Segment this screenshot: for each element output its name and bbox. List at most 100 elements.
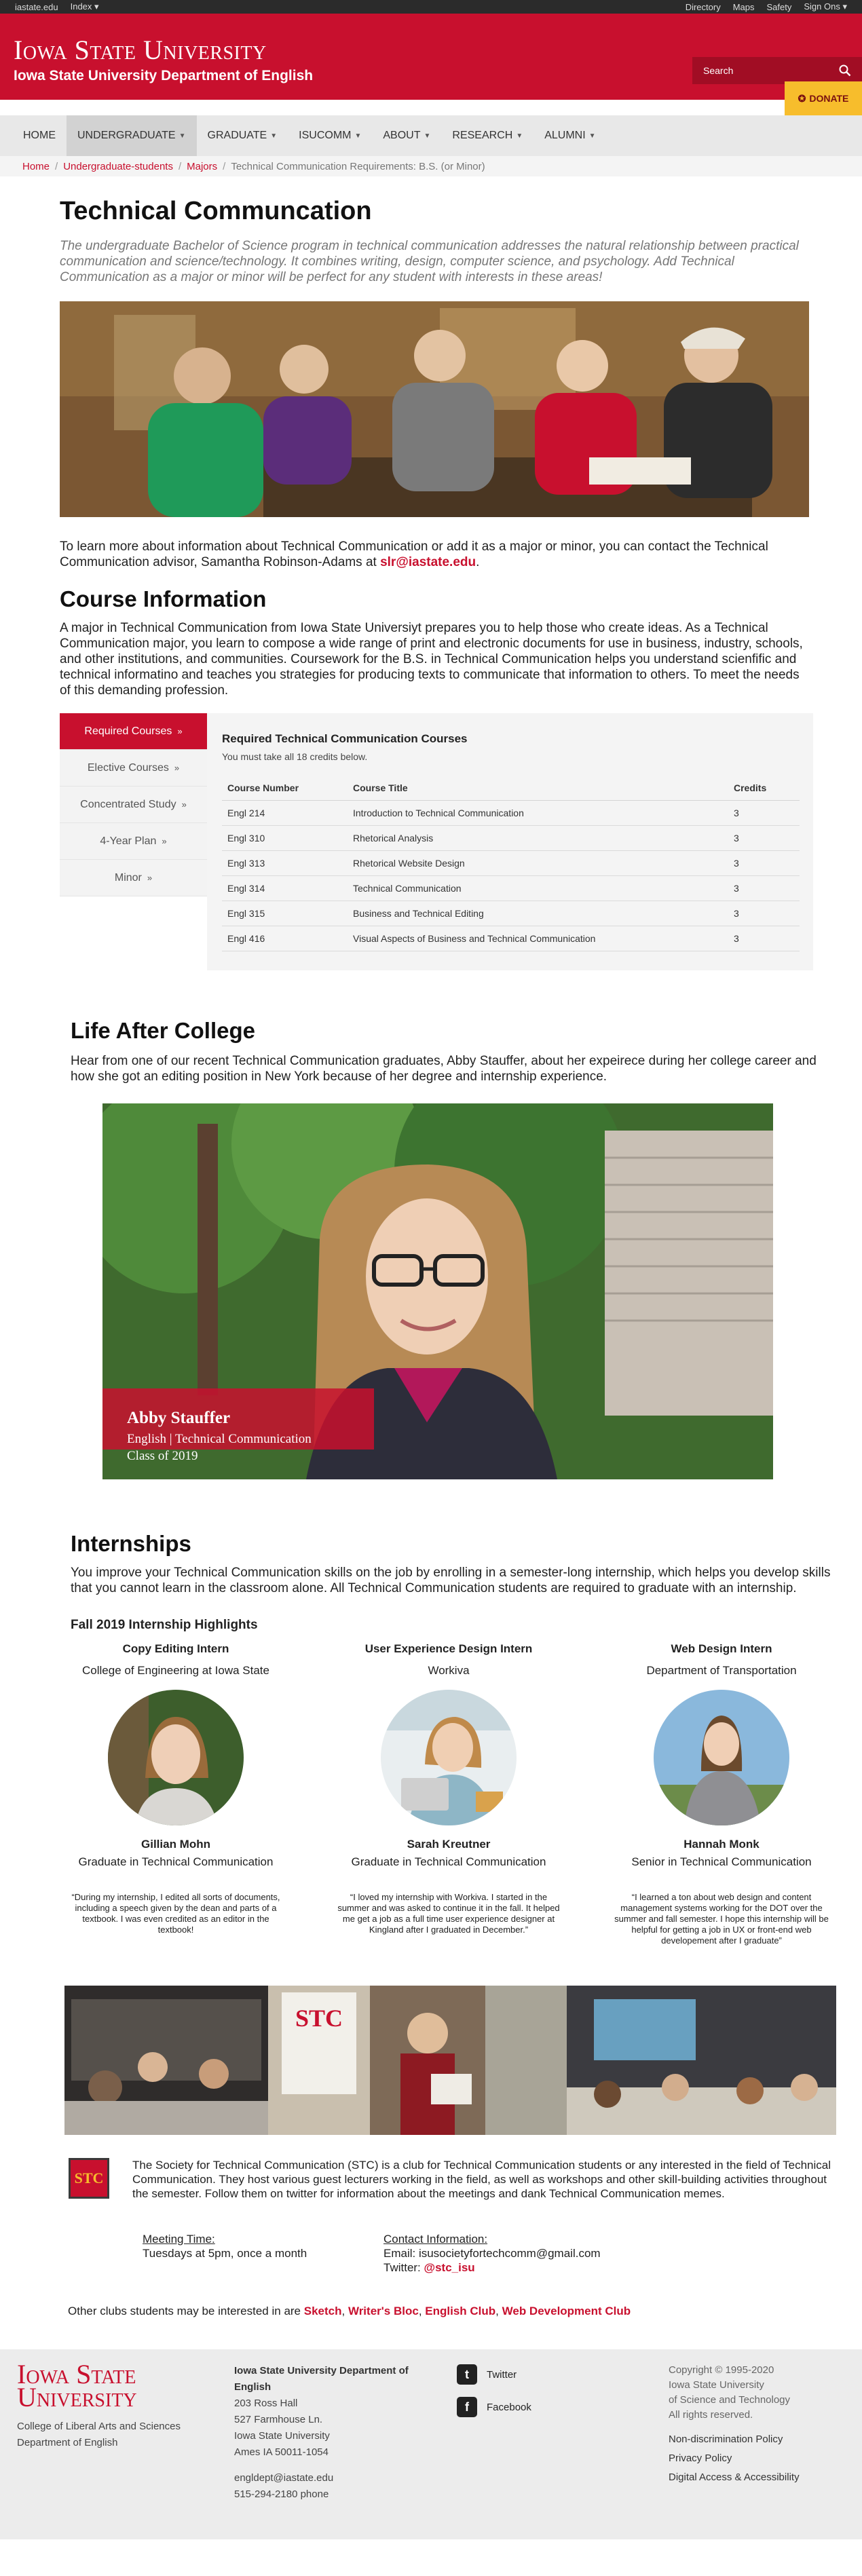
- tab-concentrated-study[interactable]: Concentrated Study »: [60, 787, 207, 823]
- nav-isucomm[interactable]: ISUCOMM ▼: [288, 115, 372, 156]
- graduate-video[interactable]: Abby Stauffer English | Technical Commun…: [102, 1103, 773, 1479]
- twitter-handle-link[interactable]: @stc_isu: [424, 2261, 475, 2274]
- privacy-link[interactable]: Privacy Policy: [669, 2451, 800, 2466]
- intern-photo: [654, 1690, 789, 1825]
- stc-description: The Society for Technical Communication …: [132, 2159, 831, 2200]
- intern-photo-graphic: [381, 1690, 517, 1825]
- nav-undergraduate[interactable]: UNDERGRADUATE ▼: [67, 115, 197, 156]
- club-link-english-club[interactable]: English Club: [425, 2305, 495, 2317]
- donate-label: DONATE: [809, 93, 849, 104]
- stc-photo-collage: STC: [64, 1986, 836, 2135]
- course-number: Engl 214: [222, 800, 348, 826]
- table-row: Engl 310 Rhetorical Analysis 3: [222, 825, 800, 851]
- highlights-heading: Fall 2019 Internship Highlights: [71, 1618, 258, 1632]
- tab-label: Elective Courses: [87, 761, 169, 774]
- nav-alumni[interactable]: ALUMNI ▼: [533, 115, 606, 156]
- isu-wordmark[interactable]: Iowa State University: [14, 34, 267, 66]
- address-line: Ames IA 50011-1054: [234, 2446, 329, 2458]
- intern-quote: “I learned a ton about web design and co…: [614, 1892, 829, 1946]
- breadcrumb-undergraduate[interactable]: Undergraduate-students: [63, 161, 173, 172]
- contact-twitter: Twitter: @stc_isu: [383, 2260, 601, 2275]
- stc-section: STC The Society for Technical Communicat…: [69, 2158, 836, 2201]
- dept-link[interactable]: Department of English: [17, 2435, 181, 2451]
- tab-elective-courses[interactable]: Elective Courses »: [60, 750, 207, 787]
- contact-email: Email: isusocietyfortechcomm@gmail.com: [383, 2247, 601, 2260]
- internships-body: You improve your Technical Communication…: [71, 1566, 831, 1595]
- accessibility-link[interactable]: Digital Access & Accessibility: [669, 2470, 800, 2485]
- column-header: Credits: [728, 776, 800, 801]
- breadcrumb-home[interactable]: Home: [22, 161, 50, 172]
- life-body: Hear from one of our recent Technical Co…: [71, 1054, 817, 1084]
- nav-about[interactable]: ABOUT ▼: [372, 115, 441, 156]
- course-credits: 3: [728, 875, 800, 901]
- nav-undergraduate-label: UNDERGRADUATE: [77, 130, 176, 141]
- twitter-label: Twitter: [487, 2368, 517, 2381]
- intro-section: Technical Communcation The undergraduate…: [60, 197, 813, 970]
- contact-info: Contact Information: Email: isusocietyfo…: [383, 2232, 601, 2275]
- double-chevron-right-icon: »: [181, 799, 187, 810]
- intern-photo-graphic: [654, 1690, 789, 1825]
- breadcrumb-separator: /: [178, 160, 182, 172]
- nav-research[interactable]: RESEARCH ▼: [441, 115, 533, 156]
- twitter-link[interactable]: t Twitter: [457, 2364, 531, 2385]
- utility-bar: iastate.edu Index ▾ Directory Maps Safet…: [0, 0, 862, 14]
- nav-alumni-label: ALUMNI: [544, 130, 586, 141]
- department-title[interactable]: Iowa State University Department of Engl…: [14, 68, 313, 84]
- safety-link[interactable]: Safety: [767, 2, 792, 12]
- address-line: Iowa State University: [234, 2430, 330, 2442]
- advisor-text-end: .: [476, 555, 480, 569]
- intern-role: Copy Editing Intern: [122, 1642, 229, 1655]
- club-link-sketch[interactable]: Sketch: [304, 2305, 342, 2317]
- nav-research-label: RESEARCH: [452, 130, 513, 141]
- course-number: Engl 315: [222, 901, 348, 926]
- iastate-link[interactable]: iastate.edu: [15, 2, 58, 12]
- facebook-link[interactable]: f Facebook: [457, 2397, 531, 2417]
- course-credits: 3: [728, 901, 800, 926]
- footer-phone: 515-294-2180 phone: [234, 2488, 329, 2500]
- course-title: Business and Technical Editing: [348, 901, 728, 926]
- maps-link[interactable]: Maps: [733, 2, 755, 12]
- sign-ons-link[interactable]: Sign Ons ▾: [804, 1, 847, 12]
- college-link[interactable]: College of Liberal Arts and Sciences: [17, 2419, 181, 2435]
- internships-heading: Internships: [71, 1531, 191, 1556]
- footer-wordmark[interactable]: Iowa State University: [17, 2361, 137, 2411]
- footer-email-link[interactable]: engldept@iastate.edu: [234, 2470, 409, 2486]
- chevron-down-icon: ▼: [354, 132, 362, 140]
- course-credits: 3: [728, 825, 800, 851]
- copyright-line: of Science and Technology: [669, 2394, 791, 2406]
- tab-4-year-plan[interactable]: 4-Year Plan »: [60, 823, 207, 860]
- double-chevron-right-icon: »: [177, 726, 183, 736]
- club-link-web-development[interactable]: Web Development Club: [502, 2305, 631, 2317]
- search-placeholder: Search: [703, 65, 734, 76]
- intern-org: Workiva: [428, 1664, 470, 1677]
- nav-home[interactable]: HOME: [12, 115, 67, 156]
- nondiscrimination-link[interactable]: Non-discrimination Policy: [669, 2432, 800, 2447]
- tab-required-courses[interactable]: Required Courses »: [60, 713, 207, 750]
- twitter-icon: t: [457, 2364, 477, 2385]
- course-title: Visual Aspects of Business and Technical…: [348, 926, 728, 951]
- main-nav: HOME UNDERGRADUATE ▼ GRADUATE ▼ ISUCOMM ▼ A…: [0, 115, 862, 156]
- index-link[interactable]: Index ▾: [71, 1, 99, 12]
- contact-label: Contact Information:: [383, 2233, 488, 2246]
- table-row: Engl 416 Visual Aspects of Business and T…: [222, 926, 800, 951]
- tab-minor[interactable]: Minor »: [60, 860, 207, 896]
- advisor-email-link[interactable]: slr@iastate.edu: [380, 555, 476, 569]
- search-icon[interactable]: [839, 64, 851, 77]
- nav-graduate[interactable]: GRADUATE ▼: [197, 115, 288, 156]
- donate-button[interactable]: ✪ DONATE: [785, 81, 862, 115]
- gift-icon: ✪: [798, 92, 806, 104]
- breadcrumb-majors[interactable]: Majors: [187, 161, 217, 172]
- copyright-line: All rights reserved.: [669, 2409, 753, 2421]
- course-info-heading: Course Information: [60, 586, 267, 611]
- club-link-writers-bloc[interactable]: Writer's Bloc: [348, 2305, 419, 2317]
- column-header: Course Number: [222, 776, 348, 801]
- double-chevron-right-icon: »: [174, 763, 180, 773]
- clubs-intro: Other clubs students may be interested i…: [68, 2305, 304, 2317]
- course-title: Rhetorical Analysis: [348, 825, 728, 851]
- intro-lead: The undergraduate Bachelor of Science pr…: [60, 239, 799, 284]
- footer-college: College of Liberal Arts and Sciences Dep…: [17, 2419, 181, 2451]
- courses-table: Course Number Course Title Credits Engl …: [222, 776, 800, 951]
- directory-link[interactable]: Directory: [686, 2, 721, 12]
- search-input[interactable]: Search: [692, 57, 862, 84]
- intern-role: Web Design Intern: [671, 1642, 772, 1655]
